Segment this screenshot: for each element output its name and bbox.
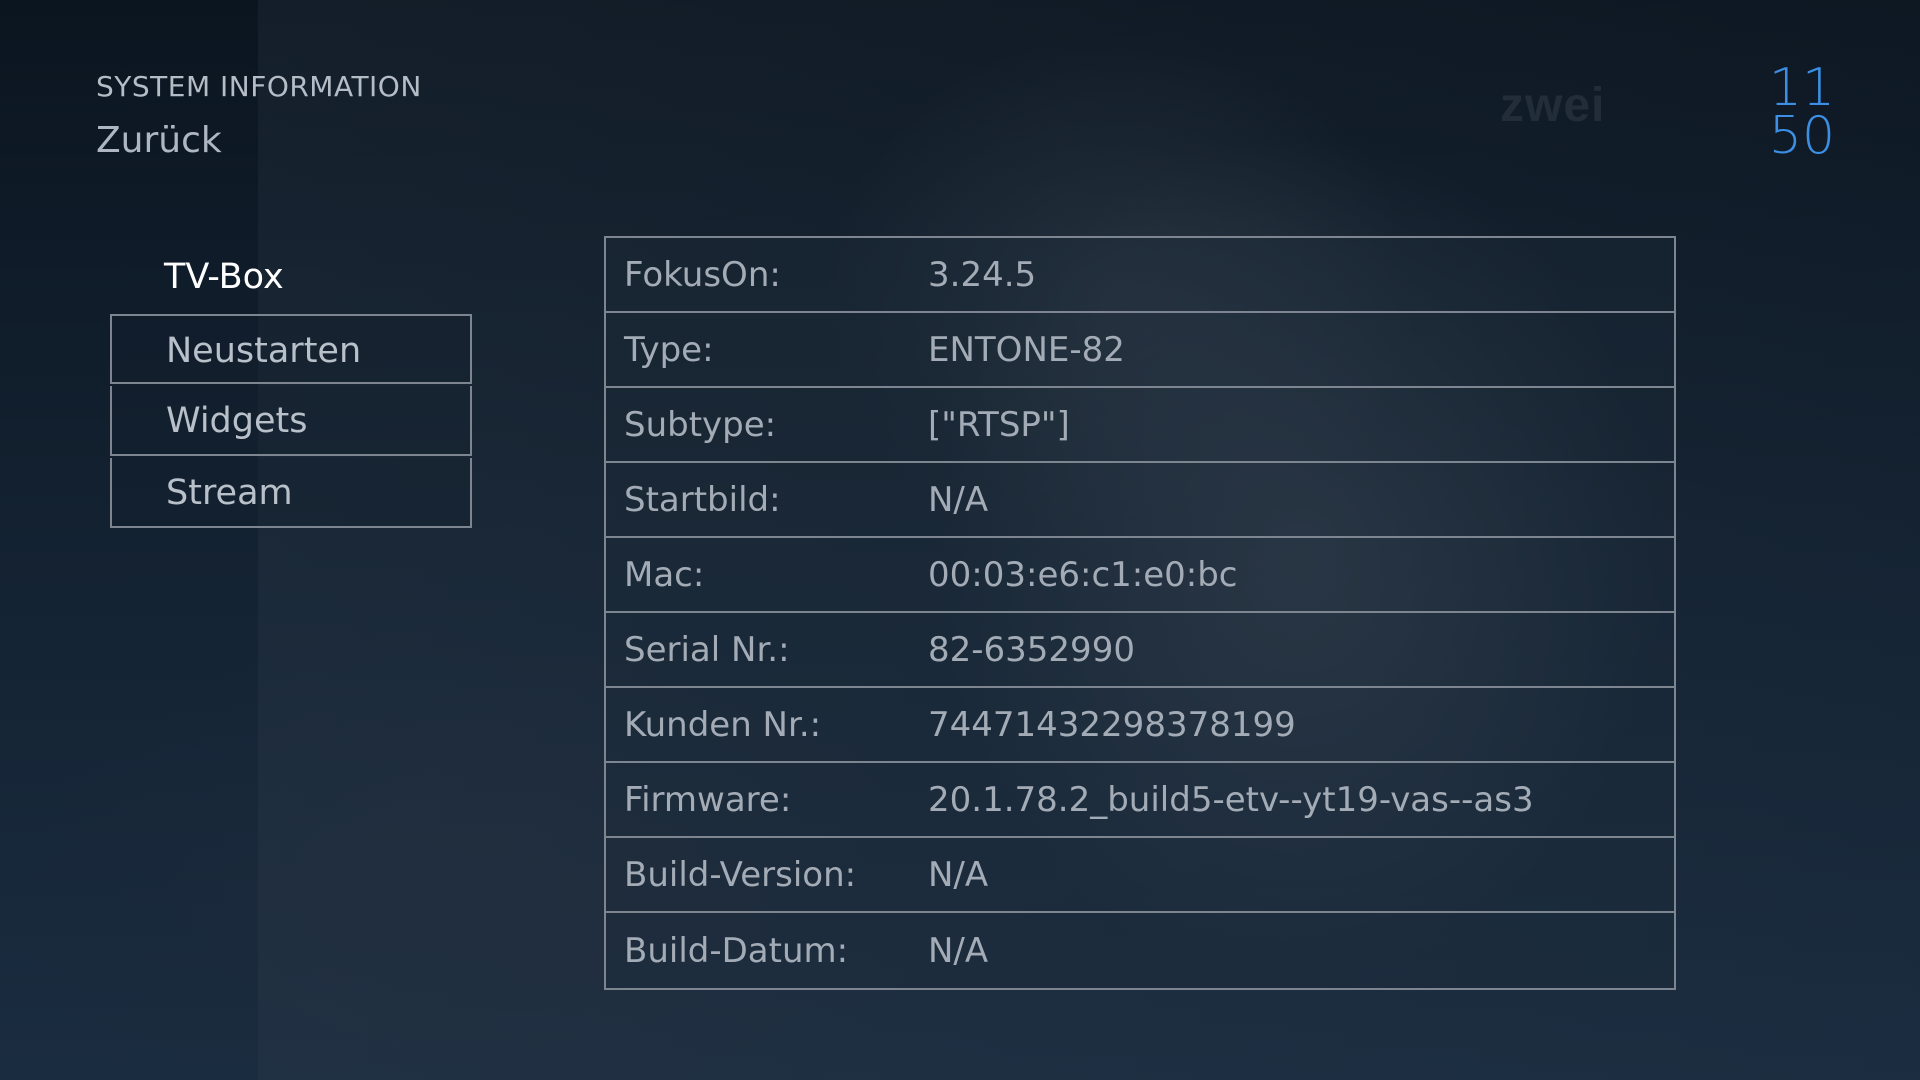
row-value: N/A [928,479,989,520]
back-button[interactable]: Zurück [96,120,222,161]
row-label: Mac: [624,554,705,595]
menu-item-label: TV-Box [164,257,284,297]
row-value: ENTONE-82 [928,329,1125,370]
row-label: Firmware: [624,779,792,820]
table-row: Build-Datum: N/A [606,913,1674,988]
table-row: Kunden Nr.: 74471432298378199 [606,688,1674,763]
menu-item-label: Stream [166,473,293,513]
row-label: Type: [624,329,714,370]
row-value: 00:03:e6:c1:e0:bc [928,554,1238,595]
row-value: ["RTSP"] [928,404,1070,445]
menu-item-stream[interactable]: Stream [110,458,472,528]
menu-item-tv-box[interactable]: TV-Box [110,242,472,312]
menu-item-label: Neustarten [166,331,362,371]
menu-item-label: Widgets [166,401,308,441]
table-row: Mac: 00:03:e6:c1:e0:bc [606,538,1674,613]
row-value: 3.24.5 [928,254,1037,295]
row-value: 82-6352990 [928,629,1135,670]
clock-hours: 11 [1768,58,1836,118]
row-label: Build-Datum: [624,930,849,971]
table-row: Type: ENTONE-82 [606,313,1674,388]
menu-item-neustarten[interactable]: Neustarten [110,314,472,384]
row-value: N/A [928,930,989,971]
row-label: FokusOn: [624,254,781,295]
table-row: Firmware: 20.1.78.2_build5-etv--yt19-vas… [606,763,1674,838]
menu-item-widgets[interactable]: Widgets [110,386,472,456]
channel-watermark: zwei [1500,79,1606,132]
page-title: SYSTEM INFORMATION [96,70,422,103]
system-info-table: FokusOn: 3.24.5 Type: ENTONE-82 Subtype:… [604,236,1676,990]
table-row: Build-Version: N/A [606,838,1674,913]
row-label: Serial Nr.: [624,629,790,670]
row-label: Kunden Nr.: [624,704,822,745]
row-label: Startbild: [624,479,781,520]
clock-minutes: 50 [1768,106,1836,166]
table-row: Startbild: N/A [606,463,1674,538]
side-menu: TV-Box Neustarten Widgets Stream [110,242,472,530]
row-value: 20.1.78.2_build5-etv--yt19-vas--as3 [928,779,1534,820]
table-row: Serial Nr.: 82-6352990 [606,613,1674,688]
row-label: Subtype: [624,404,777,445]
row-label: Build-Version: [624,854,857,895]
row-value: 74471432298378199 [928,704,1296,745]
clock: 11 50 [1742,58,1862,166]
table-row: FokusOn: 3.24.5 [606,238,1674,313]
table-row: Subtype: ["RTSP"] [606,388,1674,463]
row-value: N/A [928,854,989,895]
